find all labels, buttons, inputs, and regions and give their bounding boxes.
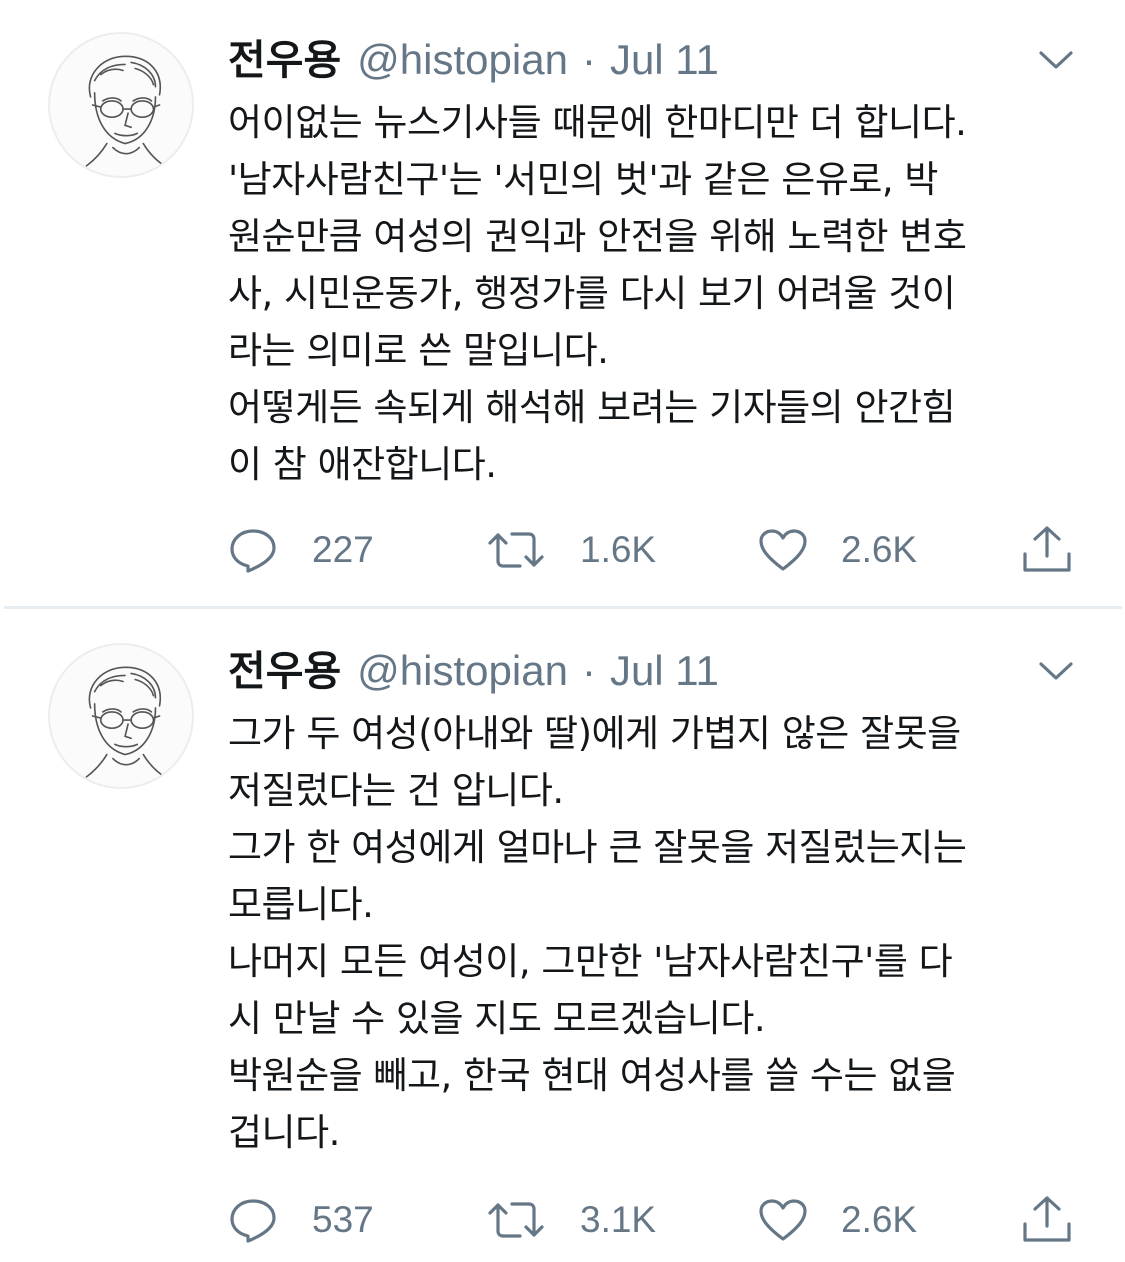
tweet-text-line: 그가 두 여성(아내와 딸)에게 가볍지 않은 잘못을 bbox=[228, 712, 961, 755]
share-button[interactable] bbox=[1020, 520, 1074, 580]
avatar[interactable] bbox=[48, 643, 194, 789]
tweet-text-line: 겁니다. bbox=[228, 1111, 340, 1154]
tweet-actions: 227 1.6K 2.6K bbox=[0, 520, 1125, 580]
tweet-date[interactable]: Jul 11 bbox=[610, 32, 719, 88]
reply-count: 227 bbox=[312, 529, 374, 570]
tweet-text-line: 박원순을 빼고, 한국 현대 여성사를 쓸 수는 없을 bbox=[228, 1054, 956, 1097]
heart-icon bbox=[759, 1199, 807, 1241]
like-count: 2.6K bbox=[841, 1199, 918, 1240]
tweet-header: 전우용 @histopian · Jul 11 bbox=[228, 32, 719, 88]
reply-button[interactable]: 227 bbox=[228, 520, 374, 580]
more-options-button[interactable] bbox=[1036, 655, 1076, 687]
chevron-down-icon bbox=[1039, 51, 1073, 69]
tweet-text-line: 원순만큼 여성의 권익과 안전을 위해 노력한 변호 bbox=[228, 215, 967, 258]
tweet-text-line: 어떻게든 속되게 해석해 보려는 기자들의 안간힘 bbox=[228, 386, 956, 429]
tweet-text: 어이없는 뉴스기사들 때문에 한마디만 더 합니다. '남자사람친구'는 '서민… bbox=[228, 94, 1108, 493]
like-button[interactable]: 2.6K bbox=[757, 1190, 917, 1250]
reply-icon bbox=[230, 1199, 276, 1243]
tweet-text-line: 시 만날 수 있을 지도 모르겠습니다. bbox=[228, 997, 766, 1040]
retweet-icon bbox=[488, 1202, 544, 1238]
tweet-text-line: 저질렀다는 건 압니다. bbox=[228, 769, 564, 812]
reply-count: 537 bbox=[312, 1199, 374, 1240]
separator-dot: · bbox=[581, 36, 596, 83]
tweet-date[interactable]: Jul 11 bbox=[610, 643, 719, 699]
tweet-divider bbox=[4, 606, 1122, 609]
retweet-button[interactable]: 1.6K bbox=[486, 520, 656, 580]
reply-button[interactable]: 537 bbox=[228, 1190, 374, 1250]
tweet-text-line: '남자사람친구'는 '서민의 벗'과 같은 은유로, 박 bbox=[228, 158, 938, 201]
retweet-icon bbox=[488, 532, 544, 568]
tweet[interactable]: 전우용 @histopian · Jul 11 그가 두 여성(아내와 딸)에게… bbox=[0, 611, 1125, 1262]
tweet[interactable]: 전우용 @histopian · Jul 11 어이없는 뉴스기사들 때문에 한… bbox=[0, 0, 1125, 608]
tweet-text-line: 어이없는 뉴스기사들 때문에 한마디만 더 합니다. bbox=[228, 101, 967, 144]
retweet-count: 1.6K bbox=[580, 529, 657, 570]
tweet-header: 전우용 @histopian · Jul 11 bbox=[228, 643, 719, 699]
tweet-text-line: 나머지 모든 여성이, 그만한 '남자사람친구'를 다 bbox=[228, 940, 953, 983]
share-icon bbox=[1023, 526, 1071, 572]
retweet-button[interactable]: 3.1K bbox=[486, 1190, 656, 1250]
like-count: 2.6K bbox=[841, 529, 918, 570]
tweet-text-line: 모릅니다. bbox=[228, 883, 374, 926]
avatar[interactable] bbox=[48, 32, 194, 178]
more-options-button[interactable] bbox=[1036, 44, 1076, 76]
tweet-text: 그가 두 여성(아내와 딸)에게 가볍지 않은 잘못을 저질렀다는 건 압니다.… bbox=[228, 705, 1108, 1161]
avatar-sketch-icon bbox=[85, 666, 169, 780]
retweet-count: 3.1K bbox=[580, 1199, 657, 1240]
author-name[interactable]: 전우용 bbox=[228, 643, 341, 699]
heart-icon bbox=[759, 529, 807, 571]
share-button[interactable] bbox=[1020, 1190, 1074, 1250]
separator-dot: · bbox=[581, 647, 596, 694]
tweet-actions: 537 3.1K 2.6K bbox=[0, 1190, 1125, 1250]
tweet-text-line: 사, 시민운동가, 행정가를 다시 보기 어려울 것이 bbox=[228, 272, 956, 315]
tweet-text-line: 그가 한 여성에게 얼마나 큰 잘못을 저질렀는지는 bbox=[228, 826, 967, 869]
author-handle[interactable]: @histopian bbox=[357, 32, 568, 88]
tweet-text-line: 라는 의미로 쓴 말입니다. bbox=[228, 329, 609, 372]
share-icon bbox=[1023, 1196, 1071, 1242]
tweet-text-line: 이 참 애잔합니다. bbox=[228, 443, 497, 486]
reply-icon bbox=[230, 529, 276, 573]
author-name[interactable]: 전우용 bbox=[228, 32, 341, 88]
author-handle[interactable]: @histopian bbox=[357, 643, 568, 699]
chevron-down-icon bbox=[1039, 662, 1073, 680]
like-button[interactable]: 2.6K bbox=[757, 520, 917, 580]
avatar-sketch-icon bbox=[85, 55, 169, 169]
